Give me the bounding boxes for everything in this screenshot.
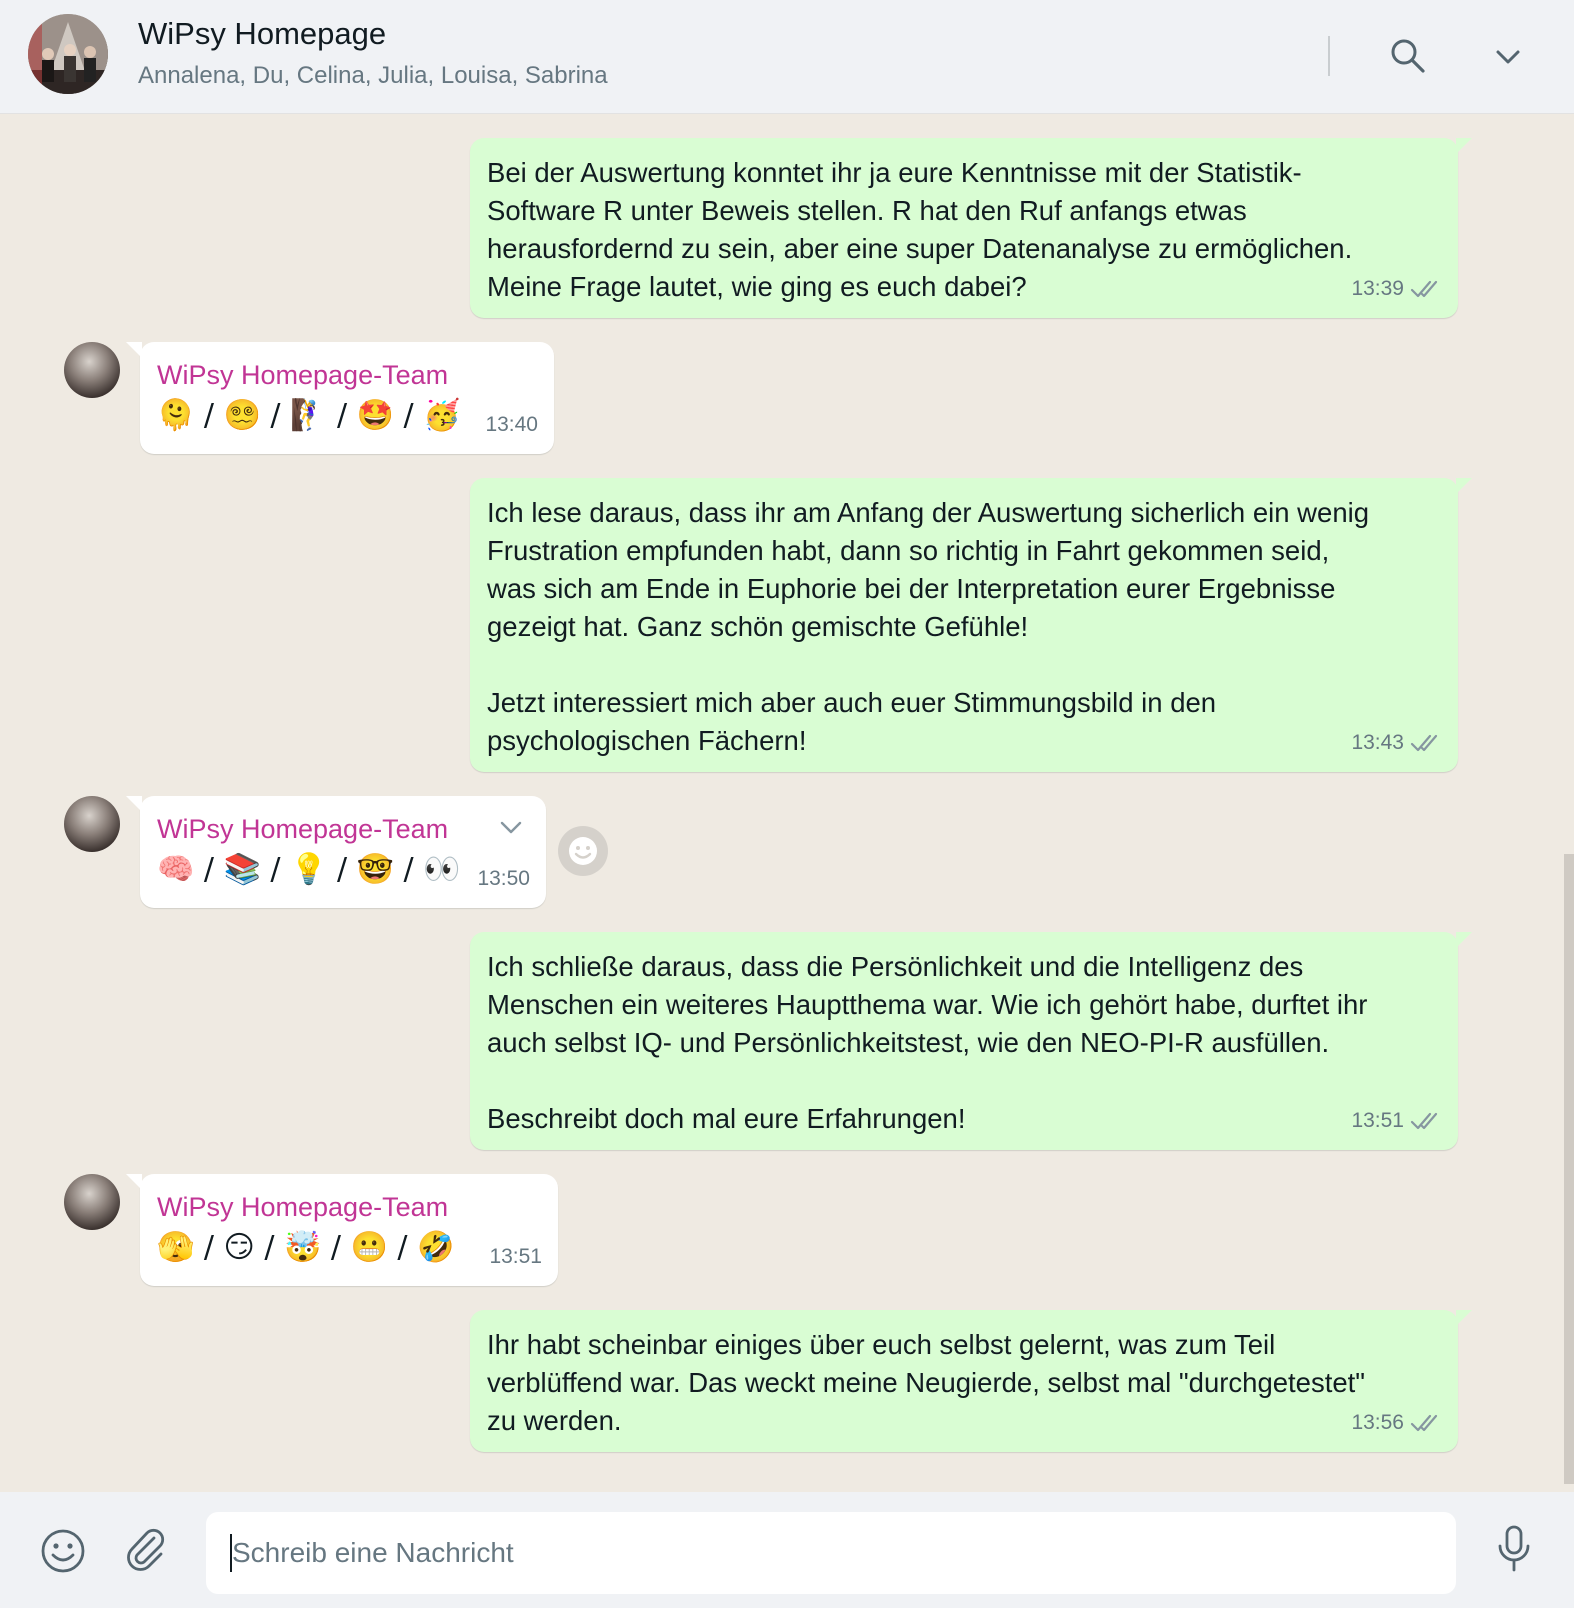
message-text: Ihr habt scheinbar einiges über euch sel… [487,1329,1366,1436]
message-time: 13:51 [1351,1109,1404,1132]
message-bubble-outgoing[interactable]: Ihr habt scheinbar einiges über euch sel… [470,1310,1472,1452]
window-edge [1574,0,1584,1608]
double-check-icon [1410,1112,1438,1130]
chat-window: WiPsy Homepage Annalena, Du, Celina, Jul… [0,0,1584,1608]
chevron-down-icon[interactable] [1488,38,1528,78]
message-bubble-outgoing[interactable]: Bei der Auswertung konntet ihr ja eure K… [470,138,1472,318]
sender-name[interactable]: WiPsy Homepage-Team [157,358,448,392]
message-bubble-outgoing[interactable]: Ich schließe daraus, dass die Persönlich… [470,932,1472,1150]
message-text: Bei der Auswertung konntet ihr ja eure K… [487,157,1353,302]
add-reaction-button[interactable] [558,826,608,876]
bubble-tail [1456,138,1472,154]
message-meta: 13:51 [1351,1102,1442,1140]
sender-name[interactable]: WiPsy Homepage-Team [157,812,448,846]
message-time: 13:51 [489,1245,542,1268]
scrollbar[interactable] [1564,854,1574,1484]
message-text: Ich schließe daraus, dass die Persönlich… [487,951,1368,1134]
composer-bar [0,1492,1574,1608]
group-avatar[interactable] [28,14,108,94]
message-list[interactable]: Bei der Auswertung konntet ihr ja eure K… [0,114,1574,1492]
message-time: 13:56 [1351,1411,1404,1434]
sender-avatar[interactable] [64,796,120,852]
double-check-icon [1410,1414,1438,1432]
message-input-container[interactable] [206,1512,1456,1594]
bubble-tail [126,342,142,358]
message-meta: 13:43 [1351,724,1442,762]
emoji-icon[interactable] [40,1528,86,1574]
bubble-tail [126,1174,142,1190]
message-meta: 13:40 [485,406,538,444]
double-check-icon [1410,280,1438,298]
message-bubble-incoming[interactable]: WiPsy Homepage-Team 🫠 / 😵‍💫 / 🧗‍♀️ / 🤩 /… [126,342,554,454]
message-bubble-incoming[interactable]: WiPsy Homepage-Team 🧠 / 📚 / 💡 / 🤓 / 👀 13… [126,796,546,908]
chat-participants[interactable]: Annalena, Du, Celina, Julia, Louisa, Sab… [138,62,608,90]
message-meta: 13:50 [477,860,530,898]
paperclip-icon[interactable] [124,1528,168,1574]
bubble-tail [126,796,142,812]
message-meta: 13:39 [1351,270,1442,308]
sender-avatar[interactable] [64,1174,120,1230]
text-caret [230,1534,232,1572]
bubble-tail [1456,1310,1472,1326]
chevron-down-icon[interactable] [498,818,524,838]
message-meta: 13:51 [489,1238,542,1276]
message-text: Ich lese daraus, dass ihr am Anfang der … [487,497,1370,756]
double-check-icon [1410,734,1438,752]
message-bubble-outgoing[interactable]: Ich lese daraus, dass ihr am Anfang der … [470,478,1472,772]
sender-name[interactable]: WiPsy Homepage-Team [157,1190,448,1224]
bubble-tail [1456,478,1472,494]
sender-avatar[interactable] [64,342,120,398]
message-text: 🫣 / 😏 / 🤯 / 😬 / 🤣 [157,1230,455,1265]
message-bubble-incoming[interactable]: WiPsy Homepage-Team 🫣 / 😏 / 🤯 / 😬 / 🤣 13… [126,1174,558,1286]
message-text: 🧠 / 📚 / 💡 / 🤓 / 👀 [157,852,461,887]
bubble-tail [1456,932,1472,948]
chat-header: WiPsy Homepage Annalena, Du, Celina, Jul… [0,0,1574,114]
header-divider [1328,36,1330,76]
message-time: 13:40 [485,413,538,436]
message-text: 🫠 / 😵‍💫 / 🧗‍♀️ / 🤩 / 🥳 [157,398,461,433]
message-time: 13:39 [1351,277,1404,300]
message-meta: 13:56 [1351,1404,1442,1442]
search-icon[interactable] [1388,36,1428,76]
microphone-icon[interactable] [1496,1524,1532,1574]
chat-title[interactable]: WiPsy Homepage [138,16,386,52]
message-time: 13:50 [477,867,530,890]
message-time: 13:43 [1351,731,1404,754]
message-input[interactable] [206,1512,1456,1594]
smiley-icon [569,837,597,865]
